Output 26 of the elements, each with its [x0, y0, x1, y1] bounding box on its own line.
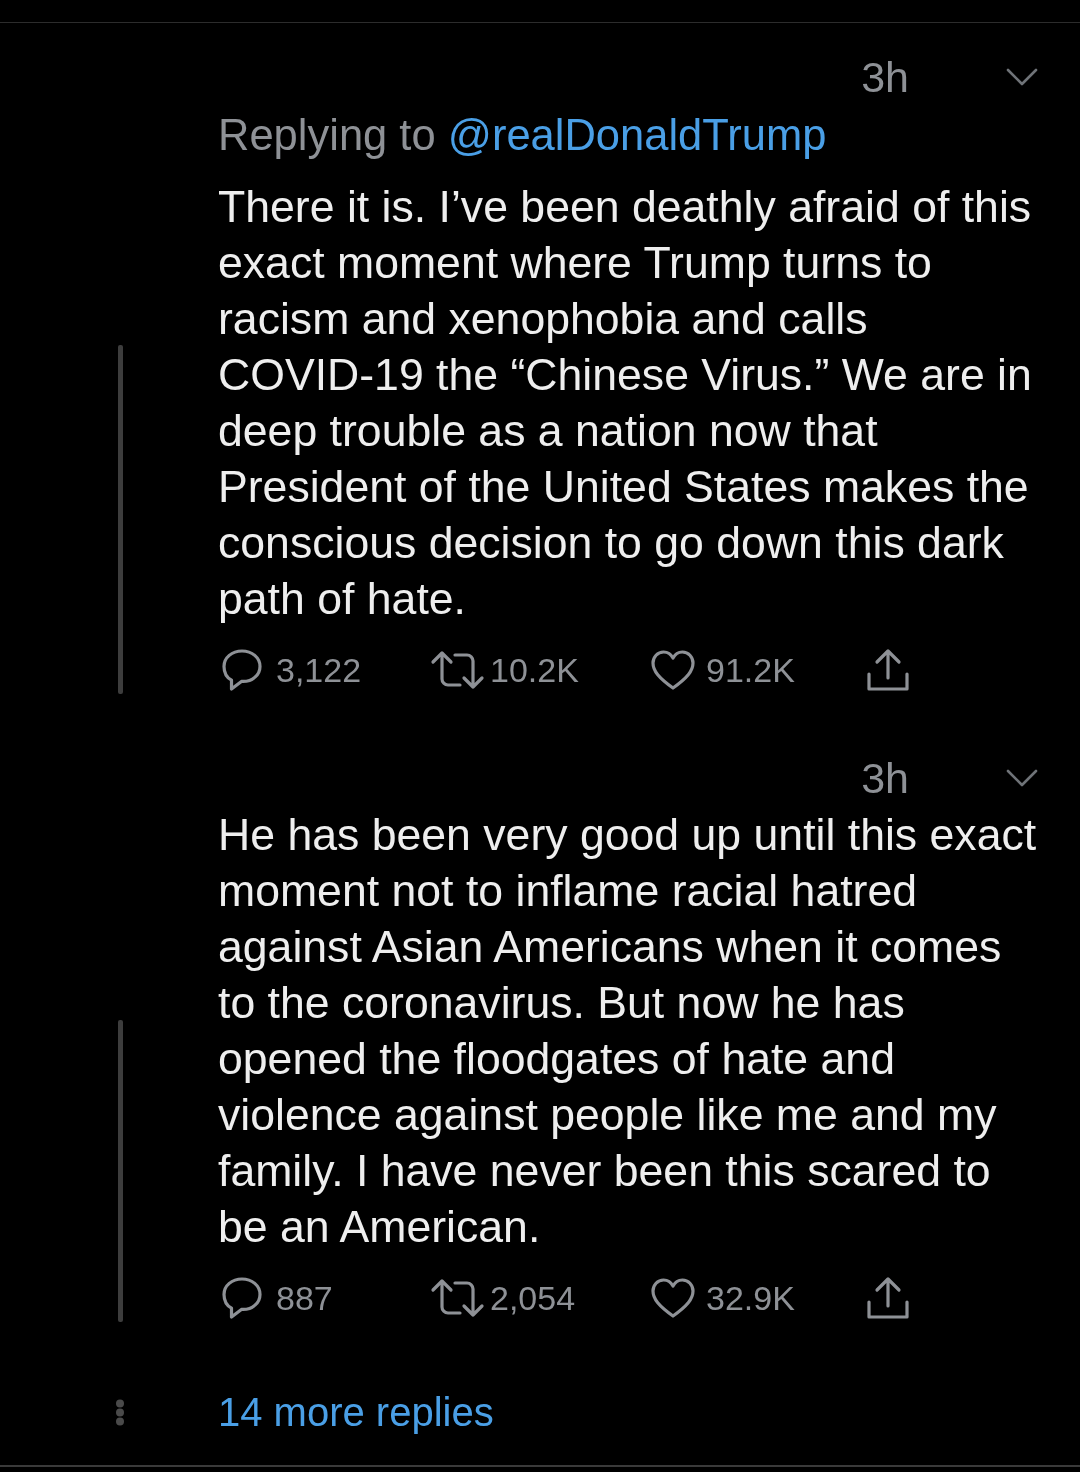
- timestamp: 3h: [861, 53, 909, 101]
- reply-button[interactable]: 3,122: [222, 649, 362, 691]
- retweet-arrows-icon: [430, 650, 485, 690]
- share-button[interactable]: [866, 1276, 910, 1320]
- more-replies-link[interactable]: 14 more replies: [218, 1388, 494, 1436]
- timestamp: 3h: [861, 754, 909, 802]
- tweet-text: He has been very good up until this exact moment not to inflame racial hatred against Asian Americans when it comes to the coronavirus. But now he has opened the floodgates of hate and violence against people like me and my family. I have never been this scared to be an American.: [218, 809, 1038, 1253]
- heart-icon: [651, 1278, 695, 1318]
- chevron-down-icon[interactable]: [1006, 769, 1038, 787]
- retweet-button[interactable]: 10.2K: [430, 650, 579, 690]
- share-upload-icon: [866, 648, 910, 692]
- tweet-text: There it is. I’ve been deathly afraid of this exact moment where Trump turns to racism and xenophobia and calls COVID-19 the “Chinese Virus.” We are in deep trouble as a nation now that President of the United States makes the conscious decision to go down this dark path of hate.: [218, 181, 1033, 625]
- like-button[interactable]: 32.9K: [651, 1278, 795, 1318]
- reply-button[interactable]: 887: [222, 1277, 333, 1319]
- replying-to-text: Replying to @realDonaldTrump: [218, 111, 828, 159]
- retweet-button[interactable]: 2,054: [430, 1278, 576, 1318]
- speech-bubble-icon: [222, 649, 262, 691]
- vertical-dots-icon: [114, 1398, 126, 1426]
- mention-link[interactable]: @realDonaldTrump: [447, 111, 827, 159]
- share-button[interactable]: [866, 648, 910, 692]
- chevron-down-icon[interactable]: [1006, 68, 1038, 86]
- heart-icon: [651, 650, 695, 690]
- share-upload-icon: [866, 1276, 910, 1320]
- speech-bubble-icon: [222, 1277, 262, 1319]
- retweet-arrows-icon: [430, 1278, 485, 1318]
- like-button[interactable]: 91.2K: [651, 650, 795, 690]
